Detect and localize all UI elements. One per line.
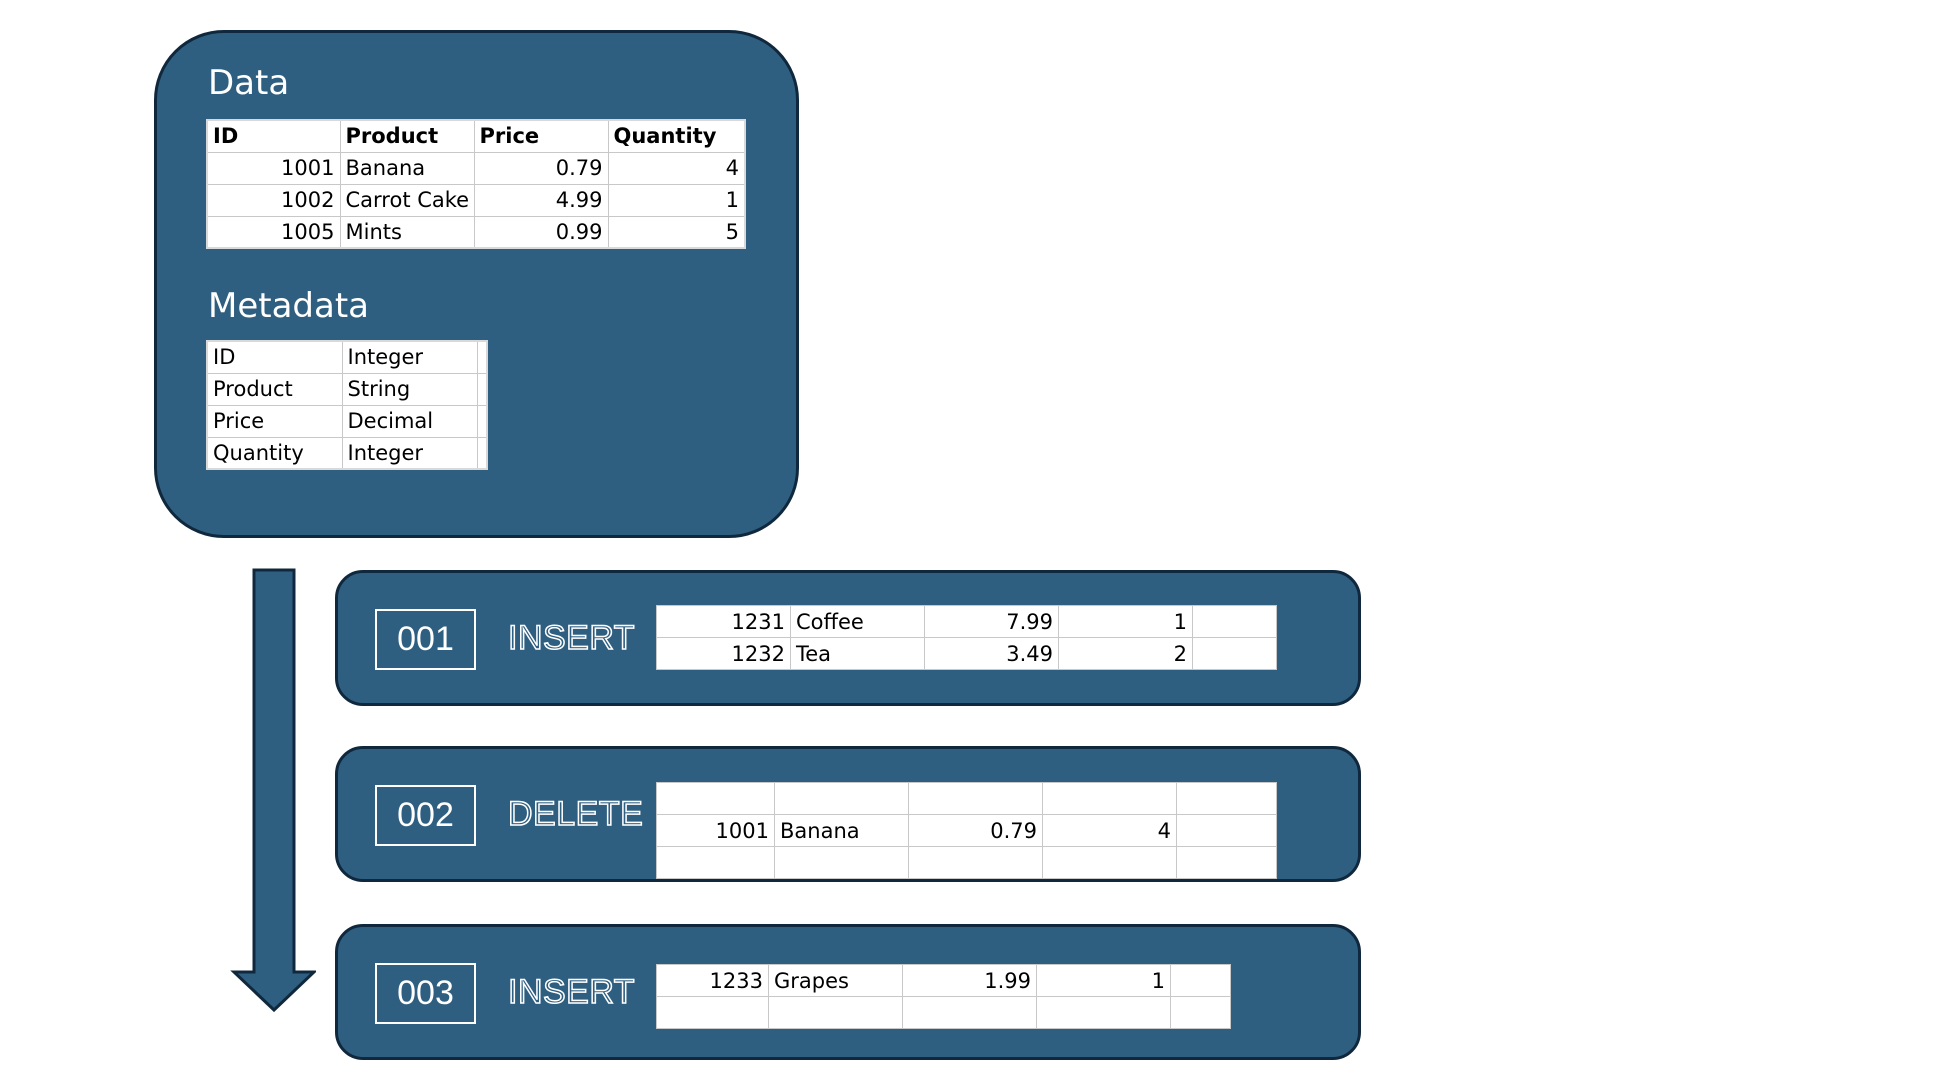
data-table: ID Product Price Quantity 1001 Banana 0.… <box>206 119 746 249</box>
cell-type: Integer <box>341 436 478 470</box>
cell-type: String <box>341 372 478 406</box>
table-row: Quantity Integer <box>206 436 488 470</box>
table-row: 1232 Tea 3.49 2 <box>656 637 1277 670</box>
cell-empty <box>908 782 1043 815</box>
cell-empty <box>774 846 909 879</box>
cell-field: Quantity <box>206 436 343 470</box>
cell-empty <box>656 996 769 1029</box>
cell-empty <box>476 404 488 438</box>
cell-empty <box>1176 782 1277 815</box>
cell-quantity: 4 <box>1042 814 1177 847</box>
cell-product: Coffee <box>790 605 925 638</box>
log-rows-table: 1231 Coffee 7.99 1 1232 Tea 3.49 2 <box>656 605 1277 670</box>
cell-quantity: 4 <box>607 151 746 185</box>
table-row: 1002 Carrot Cake 4.99 1 <box>206 183 746 217</box>
table-row: Product String <box>206 372 488 406</box>
cell-id: 1233 <box>656 964 769 997</box>
data-table-header: ID Product Price Quantity <box>206 119 746 153</box>
cell-price: 3.49 <box>924 637 1059 670</box>
cell-product: Banana <box>339 151 475 185</box>
cell-empty <box>768 996 903 1029</box>
column-header: Quantity <box>607 119 746 153</box>
table-row: 1001 Banana 0.79 4 <box>206 151 746 185</box>
cell-field: Price <box>206 404 343 438</box>
cell-id: 1001 <box>206 151 341 185</box>
sequence-number: 003 <box>375 963 476 1024</box>
cell-empty <box>656 846 775 879</box>
cell-id: 1005 <box>206 215 341 249</box>
log-entry: 002 DELETE 1001 Banana 0.79 4 <box>335 746 1361 882</box>
cell-quantity: 1 <box>607 183 746 217</box>
cell-empty <box>1036 996 1171 1029</box>
cell-type: Integer <box>341 340 478 374</box>
cell-empty <box>476 436 488 470</box>
data-heading: Data <box>208 63 290 103</box>
cell-empty <box>1170 996 1231 1029</box>
operation-label: INSERT <box>507 972 636 1012</box>
operation-label: DELETE <box>507 794 644 834</box>
cell-empty <box>774 782 909 815</box>
cell-type: Decimal <box>341 404 478 438</box>
cell-empty <box>1176 814 1277 847</box>
cell-empty <box>1170 964 1231 997</box>
down-arrow-icon <box>230 568 316 1013</box>
table-row <box>656 996 1231 1029</box>
log-rows-table: 1233 Grapes 1.99 1 <box>656 964 1231 1029</box>
cell-product: Tea <box>790 637 925 670</box>
table-row <box>656 782 1277 815</box>
cell-empty <box>908 846 1043 879</box>
cell-price: 0.99 <box>473 215 609 249</box>
cell-product: Banana <box>774 814 909 847</box>
cell-field: ID <box>206 340 343 374</box>
cell-empty <box>1042 846 1177 879</box>
cell-empty <box>1042 782 1177 815</box>
cell-empty <box>656 782 775 815</box>
log-entry: 001 INSERT 1231 Coffee 7.99 1 1232 Tea 3… <box>335 570 1361 706</box>
cell-id: 1002 <box>206 183 341 217</box>
table-row: 1233 Grapes 1.99 1 <box>656 964 1231 997</box>
table-row <box>656 846 1277 879</box>
operation-label: INSERT <box>507 618 636 658</box>
cell-quantity: 1 <box>1036 964 1171 997</box>
table-row: 1231 Coffee 7.99 1 <box>656 605 1277 638</box>
column-header: Price <box>473 119 609 153</box>
cell-empty <box>1176 846 1277 879</box>
cell-price: 7.99 <box>924 605 1059 638</box>
column-header: Product <box>339 119 475 153</box>
table-row: 1001 Banana 0.79 4 <box>656 814 1277 847</box>
column-header: ID <box>206 119 341 153</box>
log-rows-table: 1001 Banana 0.79 4 <box>656 782 1277 879</box>
table-row: 1005 Mints 0.99 5 <box>206 215 746 249</box>
cell-empty <box>902 996 1037 1029</box>
metadata-table: ID Integer Product String Price Decimal … <box>206 340 488 470</box>
cell-price: 1.99 <box>902 964 1037 997</box>
cell-quantity: 5 <box>607 215 746 249</box>
table-row: Price Decimal <box>206 404 488 438</box>
cell-product: Carrot Cake <box>339 183 475 217</box>
cell-empty <box>476 372 488 406</box>
cell-id: 1231 <box>656 605 791 638</box>
cell-price: 0.79 <box>473 151 609 185</box>
cell-quantity: 2 <box>1058 637 1193 670</box>
sequence-number: 002 <box>375 785 476 846</box>
cell-price: 4.99 <box>473 183 609 217</box>
cell-price: 0.79 <box>908 814 1043 847</box>
cell-id: 1001 <box>656 814 775 847</box>
table-row: ID Integer <box>206 340 488 374</box>
cell-product: Grapes <box>768 964 903 997</box>
sequence-number: 001 <box>375 609 476 670</box>
cell-id: 1232 <box>656 637 791 670</box>
cell-field: Product <box>206 372 343 406</box>
metadata-heading: Metadata <box>208 286 370 326</box>
cell-empty <box>476 340 488 374</box>
cell-empty <box>1192 605 1277 638</box>
cell-quantity: 1 <box>1058 605 1193 638</box>
cell-empty <box>1192 637 1277 670</box>
log-entry: 003 INSERT 1233 Grapes 1.99 1 <box>335 924 1361 1060</box>
cell-product: Mints <box>339 215 475 249</box>
